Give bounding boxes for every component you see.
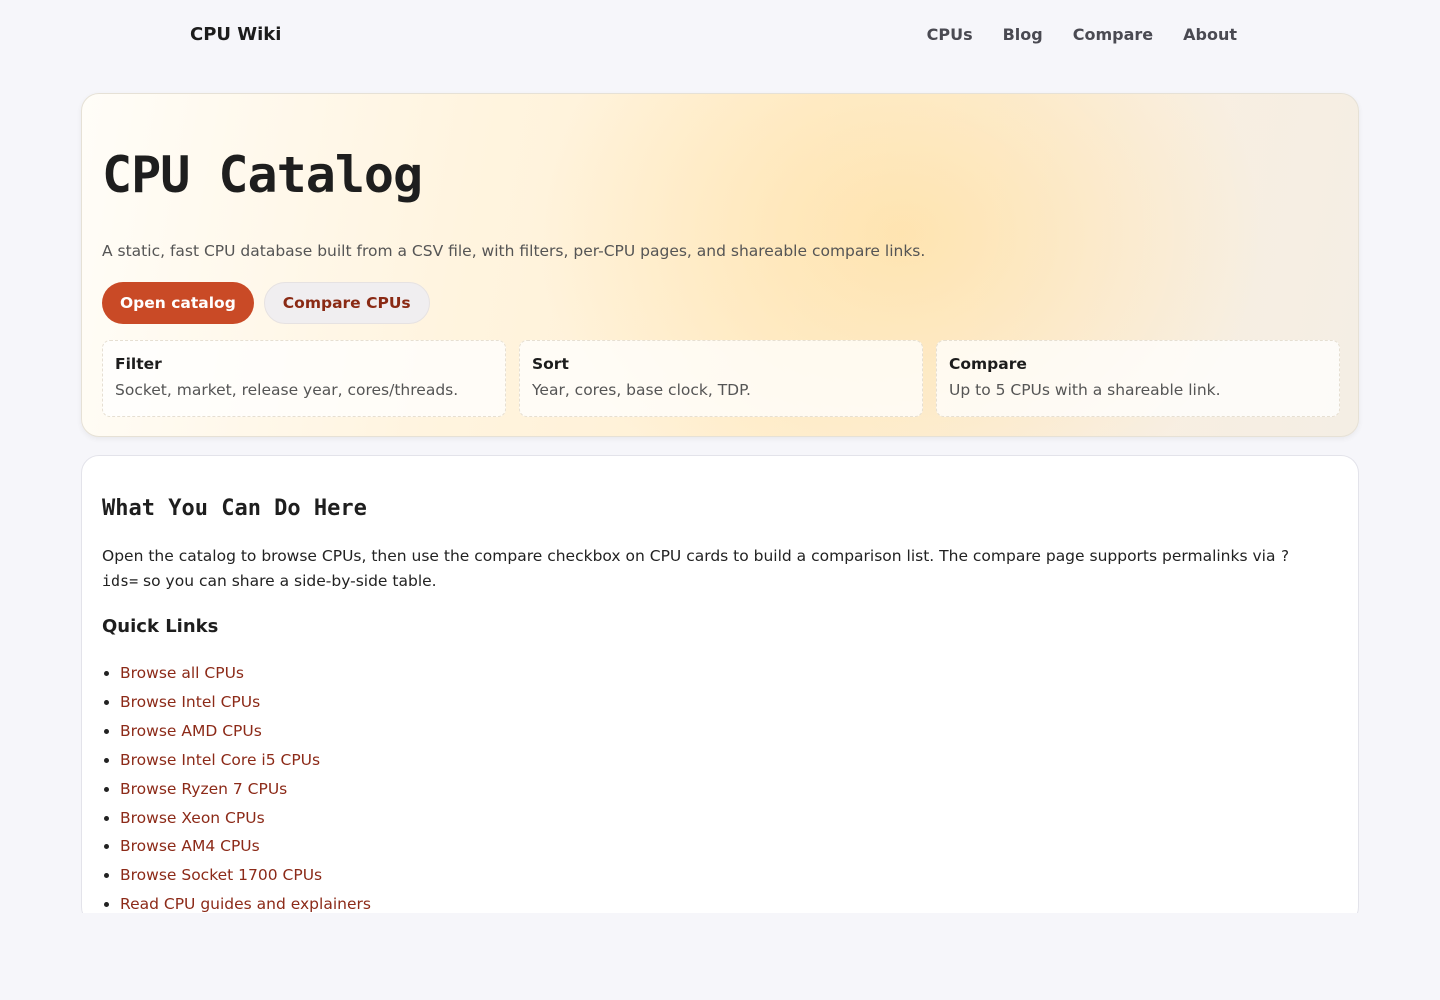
quick-link-intel-cpus[interactable]: Browse Intel CPUs — [120, 693, 260, 711]
list-item: Browse Xeon CPUs — [120, 804, 371, 833]
feature-card-compare: Compare Up to 5 CPUs with a shareable li… — [936, 340, 1340, 417]
feature-card-sort: Sort Year, cores, base clock, TDP. — [519, 340, 923, 417]
quick-links-title: Quick Links — [102, 616, 219, 637]
list-item: Browse all CPUs — [120, 659, 371, 688]
hero-section: CPU Catalog A static, fast CPU database … — [81, 93, 1359, 437]
viewport-bottom — [0, 913, 1440, 1000]
about-panel: What You Can Do Here Open the catalog to… — [81, 455, 1359, 925]
about-paragraph: Open the catalog to browse CPUs, then us… — [102, 544, 1322, 594]
feature-card-filter: Filter Socket, market, release year, cor… — [102, 340, 506, 417]
feature-description: Up to 5 CPUs with a shareable link. — [949, 381, 1221, 399]
feature-description: Year, cores, base clock, TDP. — [532, 381, 751, 399]
about-text-start: Open the catalog to browse CPUs, then us… — [102, 547, 1281, 565]
list-item: Browse AMD CPUs — [120, 717, 371, 746]
hero-actions: Open catalog Compare CPUs — [102, 282, 430, 324]
nav-link-cpus[interactable]: CPUs — [927, 25, 973, 44]
list-item: Browse AM4 CPUs — [120, 832, 371, 861]
quick-links-list: Browse all CPUs Browse Intel CPUs Browse… — [120, 659, 371, 919]
list-item: Browse Intel CPUs — [120, 688, 371, 717]
open-catalog-button[interactable]: Open catalog — [102, 282, 254, 324]
page-title: CPU Catalog — [102, 146, 423, 204]
quick-link-ryzen-7-cpus[interactable]: Browse Ryzen 7 CPUs — [120, 780, 287, 798]
section-title: What You Can Do Here — [102, 496, 367, 521]
quick-link-amd-cpus[interactable]: Browse AMD CPUs — [120, 722, 262, 740]
feature-description: Socket, market, release year, cores/thre… — [115, 381, 459, 399]
hero-subtitle: A static, fast CPU database built from a… — [102, 242, 926, 260]
nav-link-blog[interactable]: Blog — [1003, 25, 1043, 44]
list-item: Browse Intel Core i5 CPUs — [120, 746, 371, 775]
nav-link-compare[interactable]: Compare — [1073, 25, 1153, 44]
feature-cards: Filter Socket, market, release year, cor… — [102, 340, 1340, 417]
quick-link-guides[interactable]: Read CPU guides and explainers — [120, 895, 371, 913]
quick-link-socket-1700-cpus[interactable]: Browse Socket 1700 CPUs — [120, 866, 322, 884]
feature-title: Filter — [115, 355, 162, 373]
top-navbar: CPU Wiki CPUs Blog Compare About — [0, 0, 1440, 72]
nav-link-about[interactable]: About — [1183, 25, 1237, 44]
feature-title: Compare — [949, 355, 1027, 373]
compare-cpus-button[interactable]: Compare CPUs — [263, 282, 430, 324]
feature-title: Sort — [532, 355, 569, 373]
quick-link-all-cpus[interactable]: Browse all CPUs — [120, 664, 244, 682]
brand-logo-link[interactable]: CPU Wiki — [190, 24, 281, 45]
quick-link-core-i5-cpus[interactable]: Browse Intel Core i5 CPUs — [120, 751, 320, 769]
list-item: Browse Ryzen 7 CPUs — [120, 775, 371, 804]
list-item: Browse Socket 1700 CPUs — [120, 861, 371, 890]
quick-link-xeon-cpus[interactable]: Browse Xeon CPUs — [120, 809, 265, 827]
quick-link-am4-cpus[interactable]: Browse AM4 CPUs — [120, 837, 260, 855]
main-nav: CPUs Blog Compare About — [927, 25, 1237, 44]
about-text-end: so you can share a side-by-side table. — [138, 572, 437, 590]
